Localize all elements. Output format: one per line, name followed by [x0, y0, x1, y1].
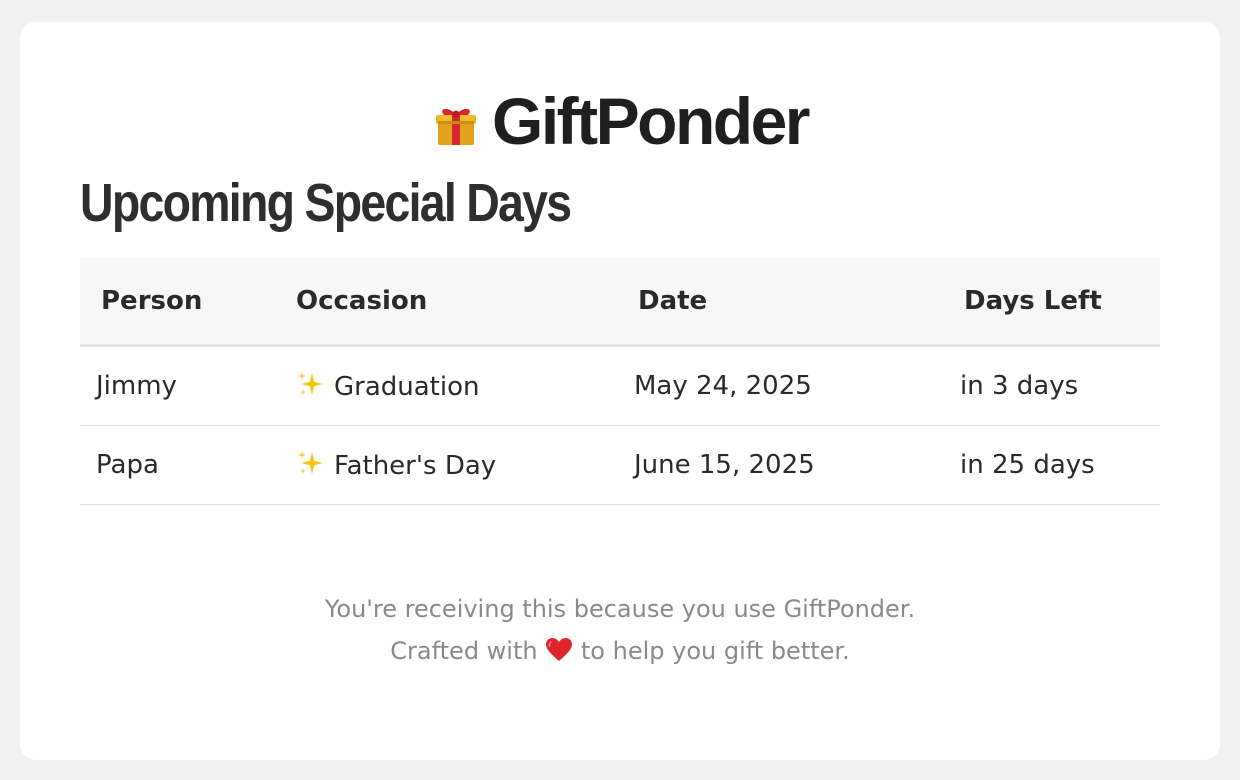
brand-header: GiftPonder	[20, 88, 1220, 154]
cell-days-left: in 25 days	[948, 425, 1160, 505]
cell-person: Papa	[80, 425, 296, 505]
table-row: Papa Father's Day June 15, 2025 in 25 da…	[80, 425, 1160, 505]
header-days-left: Days Left	[948, 258, 1160, 347]
occasion-label: Father's Day	[334, 451, 497, 481]
cell-occasion: Graduation	[296, 345, 626, 426]
email-footer: You're receiving this because you use Gi…	[20, 588, 1220, 672]
cell-date: June 15, 2025	[626, 425, 948, 505]
section-title: Upcoming Special Days	[80, 173, 572, 233]
sparkles-icon	[298, 372, 323, 395]
heart-icon	[546, 638, 573, 661]
header-occasion: Occasion	[296, 258, 626, 347]
header-date: Date	[626, 258, 948, 347]
cell-occasion: Father's Day	[296, 425, 626, 505]
cell-person: Jimmy	[80, 345, 296, 426]
occasion-label: Graduation	[334, 372, 480, 402]
brand-name: GiftPonder	[492, 84, 811, 158]
table-header-row: Person Occasion Date Days Left	[80, 258, 1160, 347]
cell-date: May 24, 2025	[626, 345, 948, 426]
cell-days-left: in 3 days	[948, 345, 1160, 426]
footer-line-1: You're receiving this because you use Gi…	[324, 595, 916, 623]
events-table: Person Occasion Date Days Left Jimmy Gra…	[80, 258, 1160, 505]
email-card: GiftPonder Upcoming Special Days Person …	[20, 22, 1220, 760]
header-person: Person	[80, 258, 296, 347]
footer-help-text: to help you gift better.	[580, 637, 850, 665]
footer-crafted-text: Crafted with	[390, 637, 538, 665]
footer-line-2: Crafted with to help you gift better.	[20, 630, 1220, 672]
table-row: Jimmy Graduation May 24, 2025 in 3 days	[80, 345, 1160, 426]
gift-icon	[436, 108, 476, 145]
sparkles-icon	[298, 451, 323, 474]
